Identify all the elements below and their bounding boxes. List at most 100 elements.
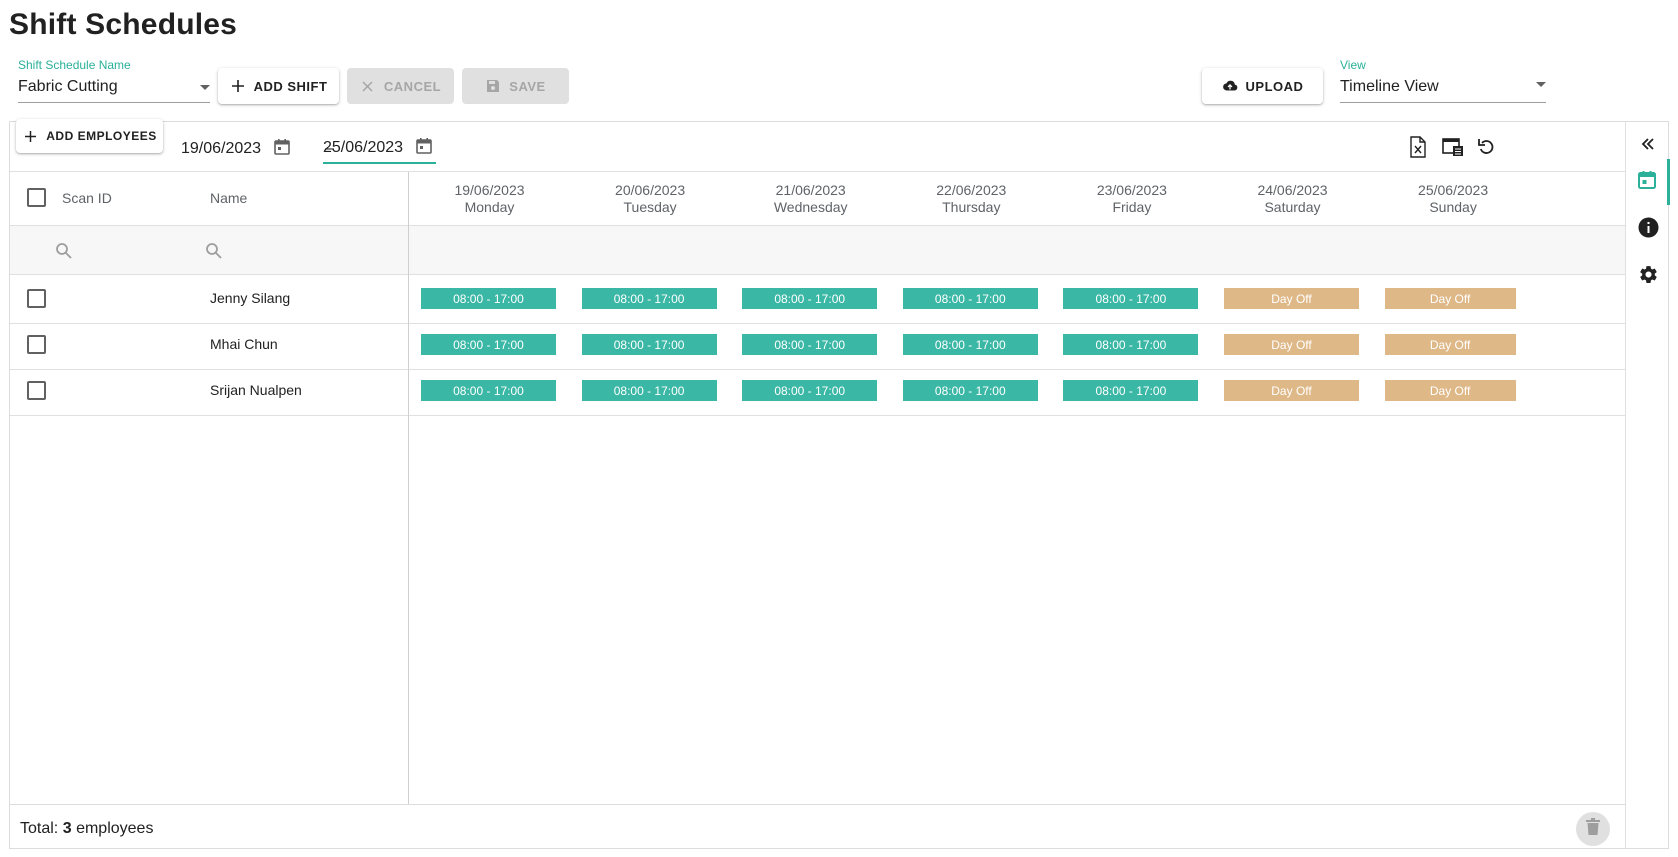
day-weekday: Thursday xyxy=(942,199,1001,215)
upload-button[interactable]: UPLOAD xyxy=(1202,68,1323,104)
shift-chip[interactable]: 08:00 - 17:00 xyxy=(421,288,556,309)
calendar-icon[interactable] xyxy=(415,137,433,160)
employee-name: Mhai Chun xyxy=(210,336,278,352)
calendar-tab[interactable] xyxy=(1626,159,1670,205)
add-employees-button[interactable]: ADD EMPLOYEES xyxy=(16,119,163,153)
day-date: 22/06/2023 xyxy=(936,182,1007,198)
chevron-down-icon xyxy=(1536,81,1546,87)
schedule-card: ADD EMPLOYEES 19/06/2023 – 25/06/2023 Sc… xyxy=(9,119,1670,849)
date-to-field[interactable]: 25/06/2023 xyxy=(323,134,436,164)
row-checkbox[interactable] xyxy=(27,381,46,400)
day-column-header: 20/06/2023 Tuesday xyxy=(565,182,736,216)
info-icon xyxy=(1638,217,1659,243)
shift-chip[interactable]: 08:00 - 17:00 xyxy=(421,380,556,401)
shift-schedule-label: Shift Schedule Name xyxy=(18,58,131,72)
shift-chip[interactable]: 08:00 - 17:00 xyxy=(902,288,1038,309)
table-row[interactable]: Jenny Silang xyxy=(10,275,408,324)
cancel-label: CANCEL xyxy=(383,78,442,94)
collapse-left-icon xyxy=(1641,137,1655,156)
save-disk-icon xyxy=(485,78,501,94)
shift-chip[interactable]: 08:00 - 17:00 xyxy=(581,288,717,309)
settings-gear-icon xyxy=(1638,264,1659,290)
row-checkbox[interactable] xyxy=(27,289,46,308)
day-date: 20/06/2023 xyxy=(615,182,686,198)
shift-chip[interactable]: 08:00 - 17:00 xyxy=(1063,380,1199,401)
date-from-field[interactable]: 19/06/2023 xyxy=(181,134,295,164)
employee-name: Srijan Nualpen xyxy=(210,382,302,398)
day-header-row: 19/06/2023 Monday 20/06/2023 Tuesday 21/06/2… xyxy=(409,172,1625,226)
shift-chip[interactable]: 08:00 - 17:00 xyxy=(1063,288,1199,309)
timeline-filter-row xyxy=(409,226,1625,275)
filter-row xyxy=(10,226,408,275)
view-select[interactable]: View Timeline View xyxy=(1340,58,1546,103)
cancel-button[interactable]: CANCEL xyxy=(347,68,454,104)
plus-icon xyxy=(22,128,38,144)
save-button[interactable]: SAVE xyxy=(462,68,569,104)
search-icon[interactable] xyxy=(55,242,73,260)
close-icon xyxy=(360,78,376,94)
schedule-toolbar: ADD EMPLOYEES 19/06/2023 – 25/06/2023 xyxy=(10,119,1625,172)
day-weekday: Sunday xyxy=(1429,199,1477,215)
day-column-header: 25/06/2023 Sunday xyxy=(1368,182,1539,216)
table-row[interactable]: Mhai Chun xyxy=(10,321,408,370)
shift-row: 08:00 - 17:00 08:00 - 17:00 08:00 - 17:00 0… xyxy=(409,275,1625,324)
shift-chip[interactable]: 08:00 - 17:00 xyxy=(421,334,556,355)
day-date: 19/06/2023 xyxy=(454,182,525,198)
employee-name: Jenny Silang xyxy=(210,290,291,306)
field-underline xyxy=(18,102,210,103)
day-date: 21/06/2023 xyxy=(775,182,846,198)
delete-button[interactable] xyxy=(1576,812,1610,846)
day-date: 25/06/2023 xyxy=(1418,182,1489,198)
date-from-value: 19/06/2023 xyxy=(181,140,262,157)
day-off-chip[interactable]: Day Off xyxy=(1384,288,1516,309)
shift-chip[interactable]: 08:00 - 17:00 xyxy=(581,334,717,355)
shift-row: 08:00 - 17:00 08:00 - 17:00 08:00 - 17:00 0… xyxy=(409,367,1625,416)
day-off-chip[interactable]: Day Off xyxy=(1384,380,1516,401)
excel-export-icon[interactable] xyxy=(1405,134,1431,160)
employee-header-row: Scan ID Name xyxy=(10,172,408,226)
calendar-icon xyxy=(1637,170,1657,195)
cloud-upload-icon xyxy=(1222,78,1238,94)
plus-icon xyxy=(230,78,246,94)
add-shift-button[interactable]: ADD SHIFT xyxy=(218,68,339,104)
side-rail xyxy=(1625,122,1670,849)
column-settings-icon[interactable] xyxy=(1440,134,1466,160)
date-to-value: 25/06/2023 xyxy=(323,139,404,156)
shift-chip[interactable]: 08:00 - 17:00 xyxy=(742,334,878,355)
shift-chip[interactable]: 08:00 - 17:00 xyxy=(581,380,717,401)
search-icon[interactable] xyxy=(205,242,223,260)
day-off-chip[interactable]: Day Off xyxy=(1224,380,1359,401)
day-off-chip[interactable]: Day Off xyxy=(1224,288,1359,309)
calendar-icon[interactable] xyxy=(273,138,291,161)
total-suffix: employees xyxy=(76,820,154,837)
info-tab[interactable] xyxy=(1626,206,1670,254)
add-shift-label: ADD SHIFT xyxy=(253,78,328,94)
shift-chip[interactable]: 08:00 - 17:00 xyxy=(902,334,1038,355)
upload-label: UPLOAD xyxy=(1245,78,1304,94)
page-title: Shift Schedules xyxy=(9,8,238,41)
shift-chip[interactable]: 08:00 - 17:00 xyxy=(902,380,1038,401)
delete-trash-icon xyxy=(1586,818,1600,840)
shift-chip[interactable]: 08:00 - 17:00 xyxy=(742,380,878,401)
refresh-icon[interactable] xyxy=(1474,134,1500,160)
table-row[interactable]: Srijan Nualpen xyxy=(10,367,408,416)
shift-schedule-select[interactable]: Shift Schedule Name Fabric Cutting xyxy=(18,58,210,103)
total-label: Total: xyxy=(20,820,59,837)
day-weekday: Saturday xyxy=(1264,199,1321,215)
row-checkbox[interactable] xyxy=(27,335,46,354)
view-value: Timeline View xyxy=(1340,78,1439,95)
shift-chip[interactable]: 08:00 - 17:00 xyxy=(1063,334,1199,355)
name-header[interactable]: Name xyxy=(210,190,247,206)
total-count: 3 xyxy=(62,820,72,837)
settings-tab[interactable] xyxy=(1626,253,1670,301)
day-off-chip[interactable]: Day Off xyxy=(1224,334,1359,355)
day-column-header: 19/06/2023 Monday xyxy=(404,182,575,216)
save-label: SAVE xyxy=(509,78,546,94)
shift-chip[interactable]: 08:00 - 17:00 xyxy=(742,288,878,309)
scan-id-header[interactable]: Scan ID xyxy=(62,190,112,206)
day-off-chip[interactable]: Day Off xyxy=(1384,334,1516,355)
day-column-header: 24/06/2023 Saturday xyxy=(1207,182,1378,216)
view-label: View xyxy=(1340,58,1366,72)
table-footer: Total: 3 employees xyxy=(10,804,1625,849)
select-all-checkbox[interactable] xyxy=(27,188,46,207)
